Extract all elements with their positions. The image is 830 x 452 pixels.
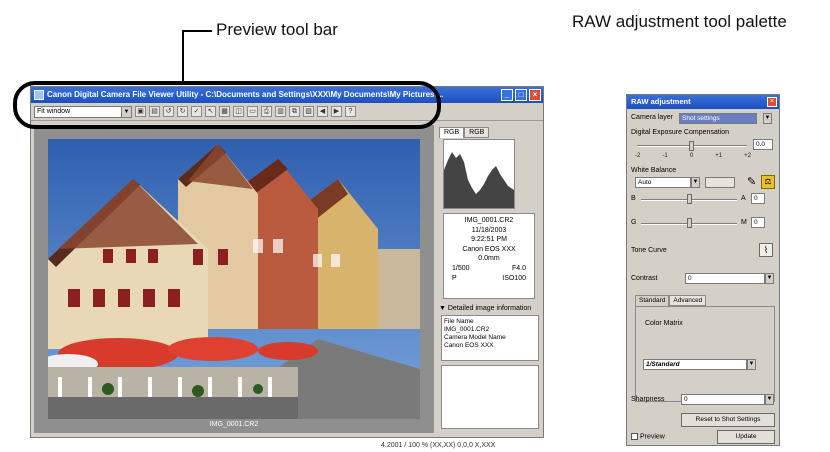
chevron-down-icon[interactable]: ▼: [763, 113, 772, 124]
dec-tick: -1: [662, 153, 668, 159]
preview-checkbox[interactable]: Preview: [631, 433, 665, 440]
wb-ba-field[interactable]: 0: [751, 193, 765, 204]
reset-to-shot-settings-button[interactable]: Reset to Shot Settings: [681, 413, 775, 427]
camera-layer-select[interactable]: Shot settings: [679, 113, 757, 124]
dec-label: Digital Exposure Compensation: [631, 129, 730, 136]
dec-tick: 0: [689, 153, 694, 159]
viewer-window: Canon Digital Camera File Viewer Utility…: [30, 86, 544, 449]
toolbar-highlight: [13, 81, 441, 129]
info-mode: P: [452, 274, 457, 282]
wb-m-label: M: [741, 219, 747, 226]
info-focal: 0.0mm: [478, 255, 500, 263]
image-filename: IMG_0001.CR2: [209, 421, 259, 428]
info-shutter: 1/500: [452, 264, 470, 272]
info-aperture: F4.0: [511, 264, 526, 272]
color-temp-field[interactable]: [705, 177, 735, 188]
chevron-down-icon[interactable]: ▼: [747, 359, 756, 370]
color-matrix-label: Color Matrix: [645, 320, 683, 327]
info-time: 9:22:51 PM: [471, 236, 507, 244]
preview-label: Preview: [639, 433, 665, 441]
white-balance-select[interactable]: Auto: [635, 177, 691, 188]
chevron-down-icon[interactable]: ▼: [691, 177, 700, 188]
tab-histogram-rgb-2[interactable]: RGB: [464, 127, 490, 138]
info-iso: ISO100: [502, 274, 526, 282]
detail-header[interactable]: ▼ Detailed image information: [439, 305, 531, 312]
close-icon[interactable]: ×: [767, 97, 777, 107]
chevron-down-icon[interactable]: ▼: [765, 394, 774, 405]
eyedropper-icon[interactable]: ✎: [747, 175, 756, 188]
wb-b-label: B: [631, 195, 636, 202]
minimize-icon[interactable]: _: [501, 89, 513, 101]
checkbox-icon[interactable]: [631, 433, 638, 440]
tab-advanced[interactable]: Advanced: [669, 295, 707, 306]
detail-line: Canon EOS XXX: [444, 342, 494, 349]
update-button[interactable]: Update: [717, 430, 775, 444]
dec-tick: -2: [635, 153, 641, 159]
palette-title[interactable]: RAW adjustment: [627, 95, 779, 109]
tone-curve-label: Tone Curve: [631, 247, 667, 254]
detail-header-label: Detailed image information: [447, 305, 532, 312]
tab-histogram-rgb[interactable]: RGB: [439, 127, 465, 138]
triangle-down-icon: ▼: [439, 305, 448, 312]
detail-line: File Name: [444, 318, 474, 325]
tab-standard[interactable]: Standard: [635, 295, 670, 306]
info-filename: IMG_0001.CR2: [464, 217, 514, 224]
tone-curve-icon[interactable]: ⌇: [759, 243, 773, 257]
detail-info-list[interactable]: File Name IMG_0001.CR2 Camera Model Name…: [441, 315, 539, 361]
wb-ba-slider-thumb[interactable]: [687, 194, 692, 204]
detail-line: IMG_0001.CR2: [444, 326, 490, 333]
wb-gm-slider-thumb[interactable]: [687, 218, 692, 228]
contrast-label: Contrast: [631, 275, 658, 282]
dec-slider-thumb[interactable]: [689, 141, 694, 151]
info-date: 11/18/2003: [471, 226, 507, 234]
status-text: 4.2001 / 100 % (XX,XX) 0,0,0 X,XXX: [381, 442, 496, 449]
preview-toolbar-callout: Preview tool bar: [216, 20, 338, 39]
sharpness-select[interactable]: 0: [681, 394, 765, 405]
wb-gm-field[interactable]: 0: [751, 217, 765, 228]
info-camera: Canon EOS XXX: [462, 245, 516, 253]
close-icon[interactable]: ×: [529, 89, 541, 101]
raw-adjustment-palette: RAW adjustment × Camera layer Shot setti…: [626, 94, 780, 446]
callout-leader-line: [182, 30, 212, 84]
maximize-icon[interactable]: □: [515, 89, 527, 101]
sharpness-label: Sharpness: [631, 396, 665, 403]
dec-tick: +2: [744, 153, 751, 159]
comment-box[interactable]: [441, 365, 539, 429]
camera-layer-label: Camera layer: [631, 114, 674, 121]
image-viewer[interactable]: IMG_0001.CR2: [34, 125, 434, 433]
histogram: [443, 139, 515, 209]
wb-g-label: G: [631, 219, 637, 226]
raw-palette-callout: RAW adjustment tool palette: [572, 12, 787, 31]
wb-a-label: A: [741, 195, 746, 202]
shooting-info: IMG_0001.CR2 11/18/2003 9:22:51 PM Canon…: [443, 213, 535, 299]
detail-line: Camera Model Name: [444, 334, 506, 341]
chevron-down-icon[interactable]: ▼: [765, 273, 774, 284]
dec-value-field[interactable]: 0.0: [753, 139, 773, 150]
color-matrix-select[interactable]: 1/Standard: [643, 359, 747, 370]
white-balance-label: White Balance: [631, 167, 677, 174]
info-panel: RGB RGB IMG_0001.CR2 11/18/2003 9:22:51 …: [437, 125, 541, 433]
dec-tick: +1: [715, 153, 723, 159]
preview-photo: [48, 139, 420, 419]
contrast-select[interactable]: 0: [685, 273, 765, 284]
color-balance-icon[interactable]: ⚖: [761, 175, 775, 189]
